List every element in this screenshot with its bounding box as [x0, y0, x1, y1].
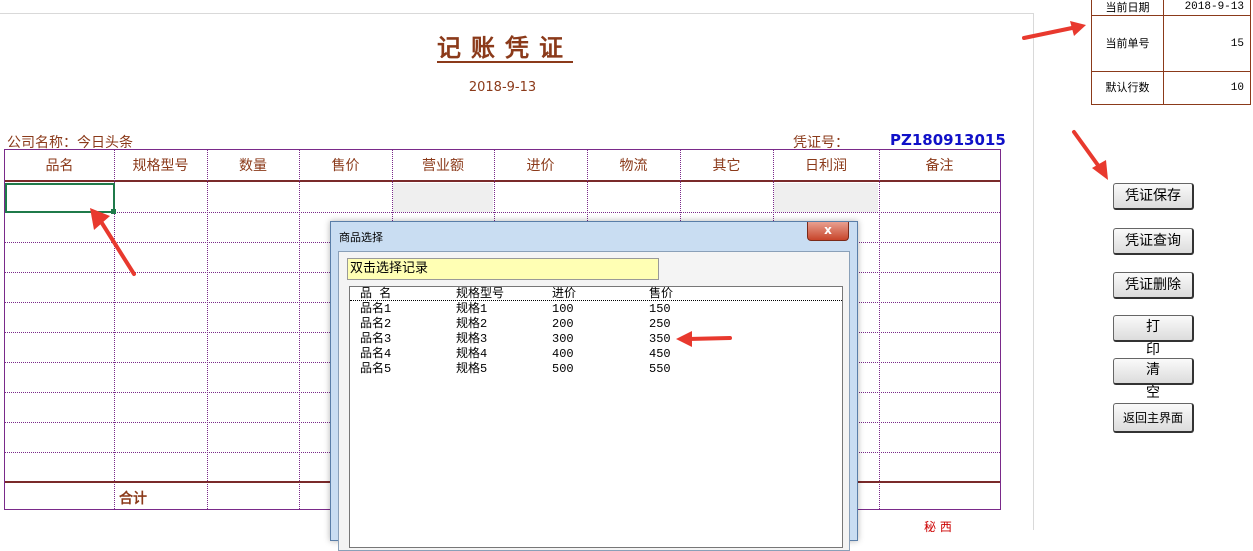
list-cell: 品名2	[360, 317, 392, 331]
col-header-remark: 备注	[925, 158, 954, 174]
shaded-cell-revenue	[393, 183, 493, 212]
col-header-logistics: 物流	[619, 158, 648, 174]
voucher-number: PZ180913015	[890, 131, 1006, 149]
list-item[interactable]: 品名4 规格4 400 450	[350, 347, 842, 362]
back-to-main-button[interactable]: 返回主界面	[1113, 403, 1194, 433]
info-panel: 当前日期 2018-9-13 当前单号 15 默认行数 10	[1091, 0, 1251, 105]
list-cell: 200	[552, 317, 574, 331]
info-label: 当前日期	[1092, 0, 1164, 15]
arrow-icon	[90, 208, 136, 276]
product-select-dialog: 商品选择 x 双击选择记录 品 名 规格型号 进价 售价 品名1 规格1 100…	[330, 221, 858, 551]
col-header-other: 其它	[712, 158, 741, 174]
info-label: 默认行数	[1092, 72, 1164, 104]
sheet-border-top	[0, 13, 1034, 14]
list-cell: 规格3	[456, 332, 488, 346]
list-cell: 品名1	[360, 302, 392, 316]
info-row-number: 当前单号 15	[1092, 16, 1250, 72]
table-header-row: 品名 规格型号 数量 售价 营业额 进价 物流 其它 日利润 备注	[5, 150, 1000, 182]
shaded-cell-profit	[774, 183, 878, 212]
clear-button[interactable]: 清空	[1113, 358, 1194, 401]
save-voucher-button[interactable]: 凭证保存	[1113, 183, 1194, 210]
list-cell: 300	[552, 332, 574, 346]
footer-partial-text: 秘 西	[924, 520, 952, 534]
grid-hline	[5, 212, 1000, 213]
list-cell: 规格5	[456, 362, 488, 376]
list-cell: 400	[552, 347, 574, 361]
col-header-revenue: 营业额	[422, 158, 464, 174]
info-value: 15	[1230, 38, 1244, 50]
col-header-name: 品名	[45, 158, 74, 174]
grid-vline	[207, 150, 208, 509]
col-header-daily-profit: 日利润	[805, 158, 847, 174]
product-list[interactable]: 品 名 规格型号 进价 售价 品名1 规格1 100 150 品名2 规格2 2…	[349, 286, 843, 548]
list-header-cost: 进价	[552, 287, 577, 301]
info-value: 2018-9-13	[1184, 1, 1244, 13]
list-header-spec: 规格型号	[456, 287, 505, 301]
arrow-icon	[1022, 21, 1086, 40]
list-item[interactable]: 品名2 规格2 200 250	[350, 317, 842, 332]
dialog-body: 双击选择记录 品 名 规格型号 进价 售价 品名1 规格1 100 150 品名…	[338, 251, 850, 551]
list-cell: 350	[649, 332, 671, 346]
total-label: 合计	[119, 491, 147, 507]
list-item[interactable]: 品名3 规格3 300 350	[350, 332, 842, 347]
list-cell: 规格1	[456, 302, 488, 316]
list-header-price: 售价	[649, 287, 674, 301]
voucher-date: 2018-9-13	[468, 80, 537, 95]
col-header-cost: 进价	[526, 158, 555, 174]
voucher-title: 记账凭证	[437, 33, 573, 62]
close-icon[interactable]: x	[807, 222, 849, 241]
info-row-lines: 默认行数 10	[1092, 72, 1250, 104]
info-value: 10	[1230, 82, 1244, 94]
list-cell: 品名4	[360, 347, 392, 361]
list-cell: 规格2	[456, 317, 488, 331]
list-item[interactable]: 品名5 规格5 500 550	[350, 362, 842, 377]
list-cell: 550	[649, 362, 671, 376]
list-cell: 450	[649, 347, 671, 361]
query-voucher-button[interactable]: 凭证查询	[1113, 228, 1194, 255]
list-cell: 规格4	[456, 347, 488, 361]
list-header-name: 品 名	[360, 287, 392, 301]
list-cell: 100	[552, 302, 574, 316]
list-cell: 150	[649, 302, 671, 316]
list-cell: 品名5	[360, 362, 392, 376]
print-button[interactable]: 打印	[1113, 315, 1194, 358]
dialog-hint: 双击选择记录	[347, 258, 659, 280]
dialog-title: 商品选择	[339, 231, 383, 244]
col-header-price: 售价	[331, 158, 360, 174]
grid-vline	[299, 150, 300, 509]
info-row-date: 当前日期 2018-9-13	[1092, 0, 1250, 16]
info-label: 当前单号	[1092, 16, 1164, 71]
col-header-qty: 数量	[239, 158, 267, 174]
delete-voucher-button[interactable]: 凭证删除	[1113, 272, 1194, 299]
list-cell: 品名3	[360, 332, 392, 346]
grid-vline	[879, 150, 880, 509]
list-cell: 500	[552, 362, 574, 376]
arrow-icon	[1072, 130, 1108, 180]
list-header: 品 名 规格型号 进价 售价	[350, 287, 842, 301]
arrow-icon	[676, 331, 732, 347]
list-item[interactable]: 品名1 规格1 100 150	[350, 302, 842, 317]
sheet-border-right	[1033, 13, 1034, 530]
list-cell: 250	[649, 317, 671, 331]
col-header-spec: 规格型号	[132, 158, 189, 174]
